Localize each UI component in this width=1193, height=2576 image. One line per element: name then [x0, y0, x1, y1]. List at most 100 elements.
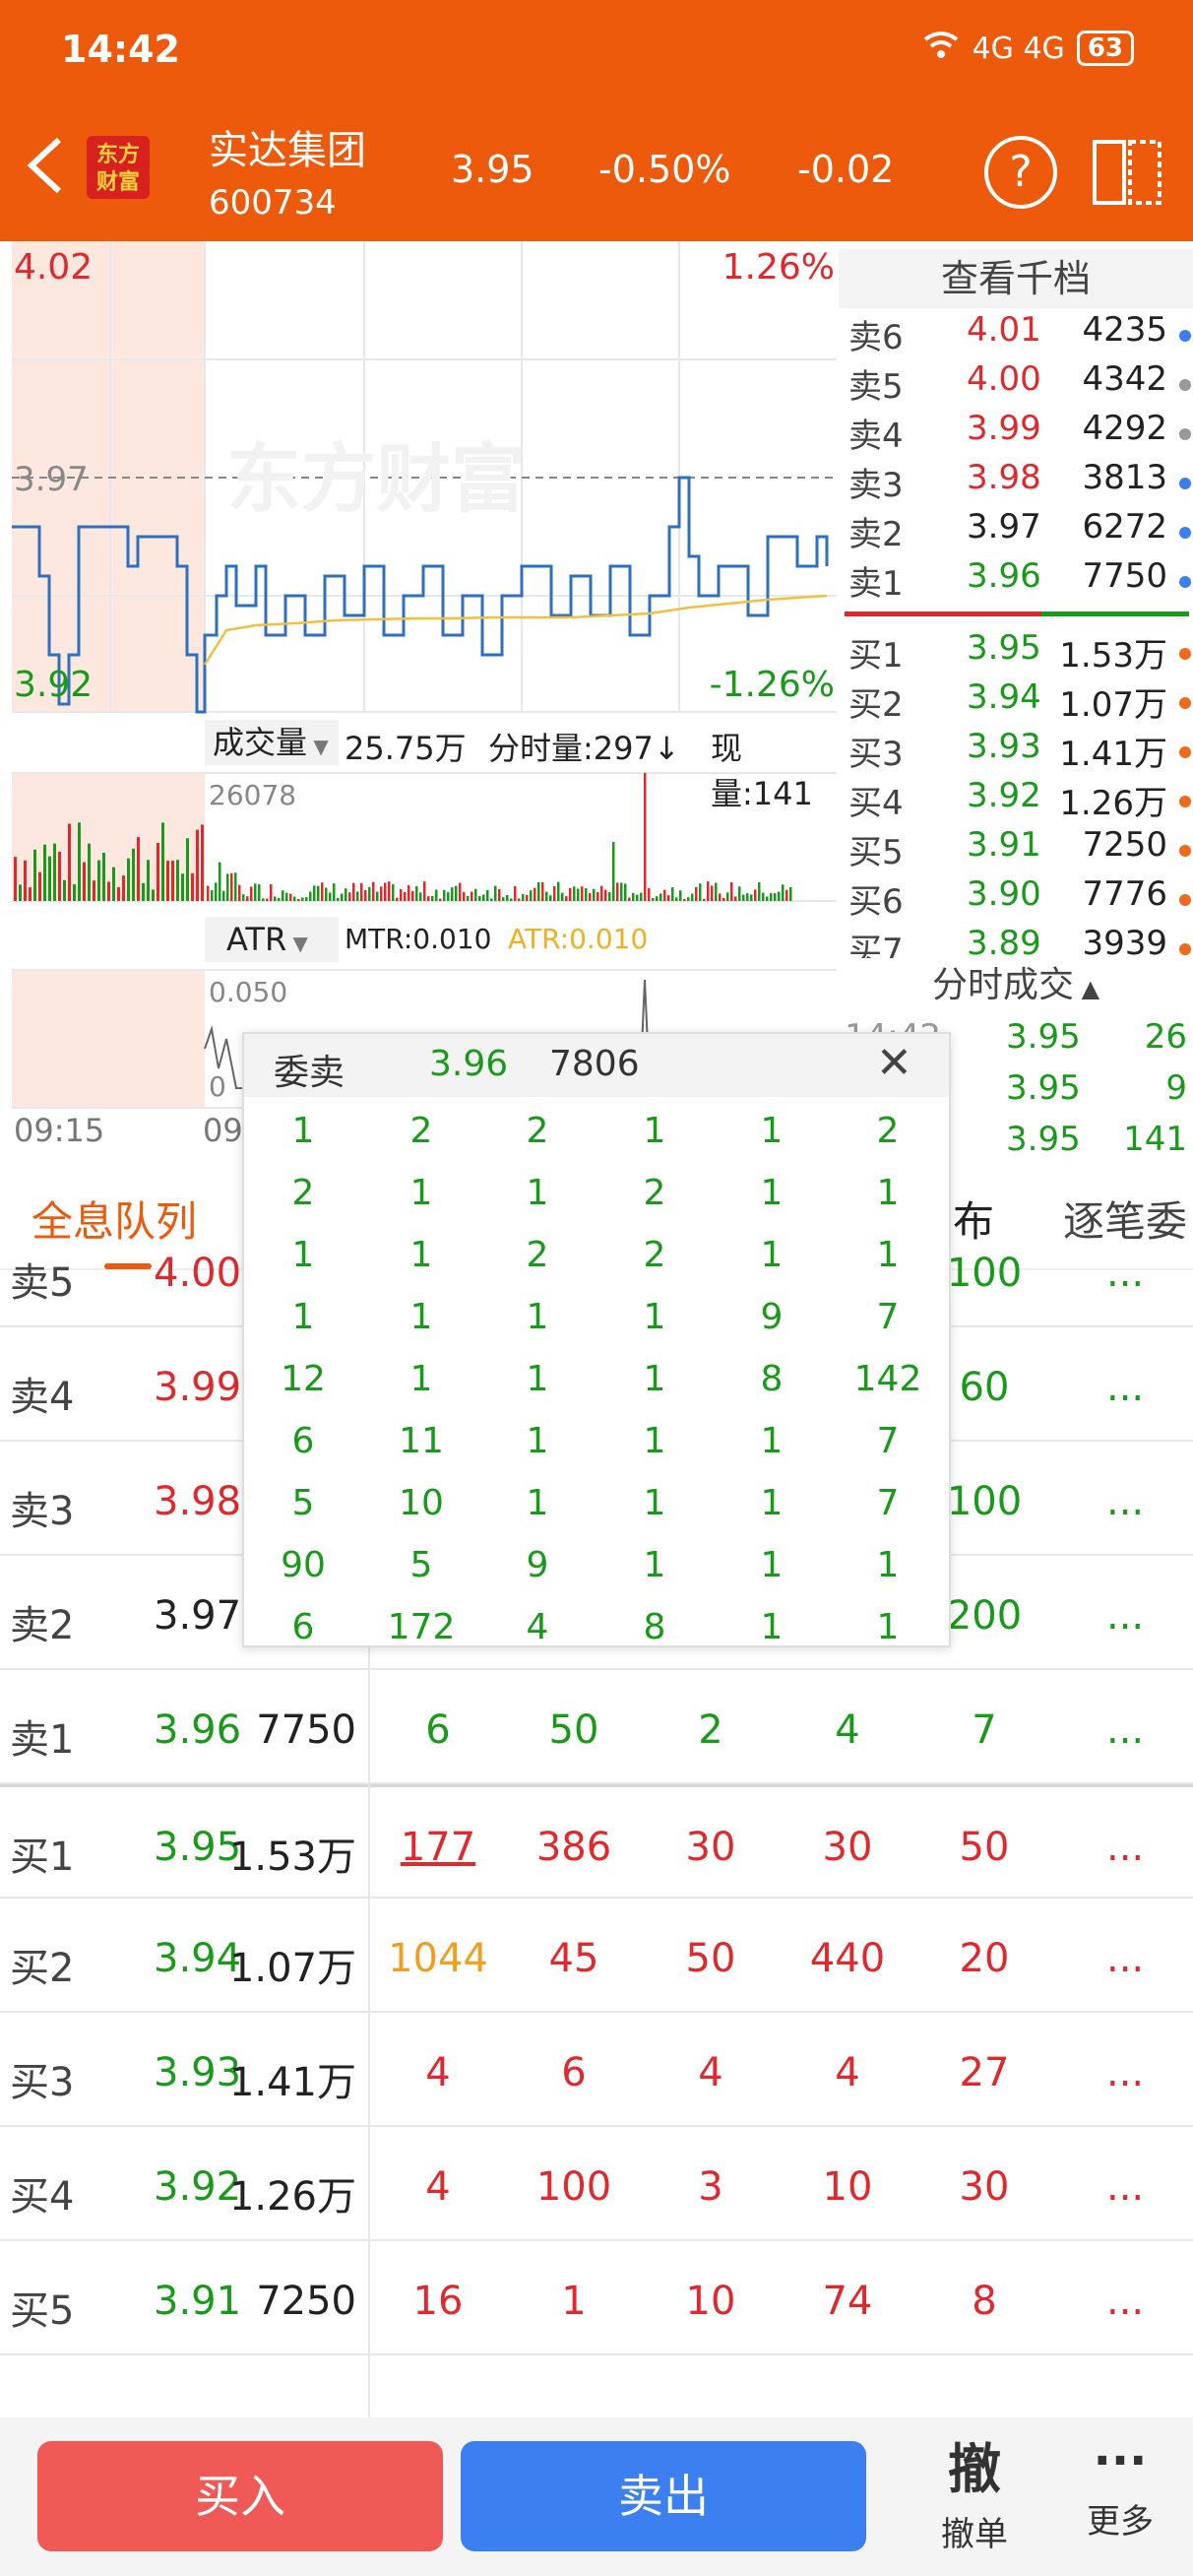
back-button[interactable]	[24, 136, 67, 195]
view-full-depth-button[interactable]: 查看千档	[839, 249, 1193, 308]
queue-volume: 1.53万	[228, 1835, 356, 1880]
buy-button[interactable]: 买入	[37, 2441, 443, 2551]
split-screen-button[interactable]	[1091, 138, 1163, 207]
volume-bar	[656, 896, 659, 901]
popup-order-cell: 7	[876, 1483, 900, 1523]
volume-bar	[522, 893, 525, 901]
queue-order-cell[interactable]: 2	[652, 1707, 770, 1753]
bid-queue-row[interactable]: 买2 3.94 1.07万 1044 45 50 440 20...	[0, 1899, 1193, 2013]
popup-order-cell: 6	[291, 1421, 315, 1461]
bid-queue-row[interactable]: 买4 3.92 1.26万 4 100 3 10 30...	[0, 2127, 1193, 2241]
queue-order-cell[interactable]: 10	[788, 2164, 907, 2210]
queue-more-button[interactable]: ...	[1106, 2164, 1144, 2210]
volume-bar	[191, 872, 194, 901]
queue-order-cell[interactable]: 74	[788, 2279, 907, 2324]
ask-ratio-bar	[845, 612, 1041, 616]
queue-order-cell[interactable]: 100	[515, 2164, 633, 2210]
queue-order-cell[interactable]: 386	[515, 1825, 633, 1870]
queue-order-cell[interactable]: 4	[788, 1707, 907, 1753]
volume-bar	[758, 882, 761, 901]
queue-order-cell[interactable]: 440	[788, 1936, 907, 1981]
popup-order-cell: 1	[760, 1483, 784, 1523]
time-sales-title: 分时成交	[931, 965, 1074, 1005]
queue-order-cell[interactable]: 30	[788, 1825, 907, 1870]
help-button[interactable]: ?	[984, 136, 1057, 209]
volume-bar	[325, 887, 328, 901]
queue-order-cell[interactable]: 4	[379, 2050, 497, 2095]
queue-more-button[interactable]: ...	[1106, 1936, 1144, 1981]
queue-more-button[interactable]: ...	[1106, 1251, 1144, 1296]
queue-more-button[interactable]: ...	[1106, 2279, 1144, 2324]
queue-order-cell[interactable]: 1	[515, 2279, 633, 2324]
ask-level-row[interactable]: 卖6 4.01 4235	[839, 310, 1193, 359]
ask-level-row[interactable]: 卖5 4.00 4342	[839, 359, 1193, 409]
queue-order-cell[interactable]: 8	[925, 2279, 1043, 2324]
ask-level-row[interactable]: 卖1 3.96 7750	[839, 556, 1193, 606]
sell-button[interactable]: 卖出	[461, 2441, 866, 2551]
volume-selector[interactable]: 成交量 ▼	[205, 720, 339, 765]
ask-level-row[interactable]: 卖4 3.99 4292	[839, 409, 1193, 458]
bid-level-row[interactable]: 买3 3.93 1.41万	[839, 727, 1193, 776]
bid-level-row[interactable]: 买1 3.95 1.53万	[839, 628, 1193, 677]
volume-bar	[770, 893, 773, 901]
bid-level-row[interactable]: 买5 3.91 7250	[839, 825, 1193, 874]
queue-order-cell[interactable]: 7	[925, 1707, 1043, 1753]
more-button[interactable]: ··· 更多	[1071, 2431, 1169, 2543]
queue-order-cell[interactable]: 6	[379, 1707, 497, 1753]
queue-order-cell[interactable]: 3	[652, 2164, 770, 2210]
queue-order-cell[interactable]: 27	[925, 2050, 1043, 2095]
bid-level-row[interactable]: 买6 3.90 7776	[839, 874, 1193, 924]
bid-queue-row[interactable]: 买5 3.91 7250 16 1 10 74 8...	[0, 2241, 1193, 2355]
indicator-selector[interactable]: ATR ▼	[205, 917, 339, 962]
queue-order-cell[interactable]: 30	[925, 2164, 1043, 2210]
bid-level-row[interactable]: 买4 3.92 1.26万	[839, 776, 1193, 825]
chart-low-pct: -1.26%	[709, 665, 835, 705]
trade-price: 3.95	[1006, 1120, 1081, 1159]
volume-selector-label: 成交量	[213, 724, 308, 761]
ask-level-row[interactable]: 卖3 3.98 3813	[839, 458, 1193, 507]
ask-level-row[interactable]: 卖2 3.97 6272	[839, 507, 1193, 556]
volume-bar	[644, 773, 647, 901]
queue-order-cell[interactable]: 10	[652, 2279, 770, 2324]
intraday-chart[interactable]: 4.02 1.26% 3.97 3.92 -1.26% 东方财富 成交量 ▼ 2…	[0, 241, 837, 1157]
time-sales-header[interactable]: 分时成交 ▲	[839, 958, 1193, 1013]
bid-queue-row[interactable]: 买1 3.95 1.53万 177 386 30 30 50...	[0, 1784, 1193, 1899]
queue-level-label: 卖3	[10, 1489, 75, 1534]
queue-order-cell[interactable]: 4	[379, 2164, 497, 2210]
queue-order-cell[interactable]: 30	[652, 1825, 770, 1870]
ask-queue-row[interactable]: 卖1 3.96 7750 6 50 2 4 7...	[0, 1670, 1193, 1784]
cancel-order-button[interactable]: 撤 撤单	[925, 2425, 1024, 2555]
queue-order-cell[interactable]: 20	[925, 1936, 1043, 1981]
queue-order-cell[interactable]: 4	[788, 2050, 907, 2095]
queue-order-cell[interactable]: 1044	[379, 1936, 497, 1981]
queue-more-button[interactable]: ...	[1106, 1479, 1144, 1524]
cancel-icon: 撤	[948, 2438, 1001, 2500]
queue-order-cell[interactable]: 177	[379, 1825, 497, 1870]
level-label: 卖1	[848, 564, 904, 604]
queue-price: 4.00	[154, 1251, 242, 1296]
volume-bar	[526, 894, 529, 901]
volume-bar	[234, 872, 237, 901]
queue-order-cell[interactable]: 45	[515, 1936, 633, 1981]
queue-more-button[interactable]: ...	[1106, 2050, 1144, 2095]
queue-order-cell[interactable]: 4	[652, 2050, 770, 2095]
queue-order-cell[interactable]: 6	[515, 2050, 633, 2095]
close-icon[interactable]: ✕	[876, 1038, 912, 1088]
queue-more-button[interactable]: ...	[1106, 1707, 1144, 1753]
queue-order-cell[interactable]: 50	[515, 1707, 633, 1753]
volume-bar	[762, 892, 765, 901]
queue-order-cell[interactable]: 16	[379, 2279, 497, 2324]
volume-bar	[152, 889, 155, 901]
queue-more-button[interactable]: ...	[1106, 1593, 1144, 1639]
volume-bar	[53, 843, 56, 901]
signal-icon: 4G 4G	[972, 31, 1065, 66]
queue-price: 3.93	[154, 2050, 242, 2095]
volume-bar	[648, 887, 651, 901]
queue-more-button[interactable]: ...	[1106, 1365, 1144, 1410]
bid-level-row[interactable]: 买2 3.94 1.07万	[839, 677, 1193, 727]
premarket-shade-atr	[12, 970, 205, 1108]
queue-more-button[interactable]: ...	[1106, 1825, 1144, 1870]
queue-order-cell[interactable]: 50	[652, 1936, 770, 1981]
bid-queue-row[interactable]: 买3 3.93 1.41万 4 6 4 4 27...	[0, 2013, 1193, 2127]
queue-order-cell[interactable]: 50	[925, 1825, 1043, 1870]
